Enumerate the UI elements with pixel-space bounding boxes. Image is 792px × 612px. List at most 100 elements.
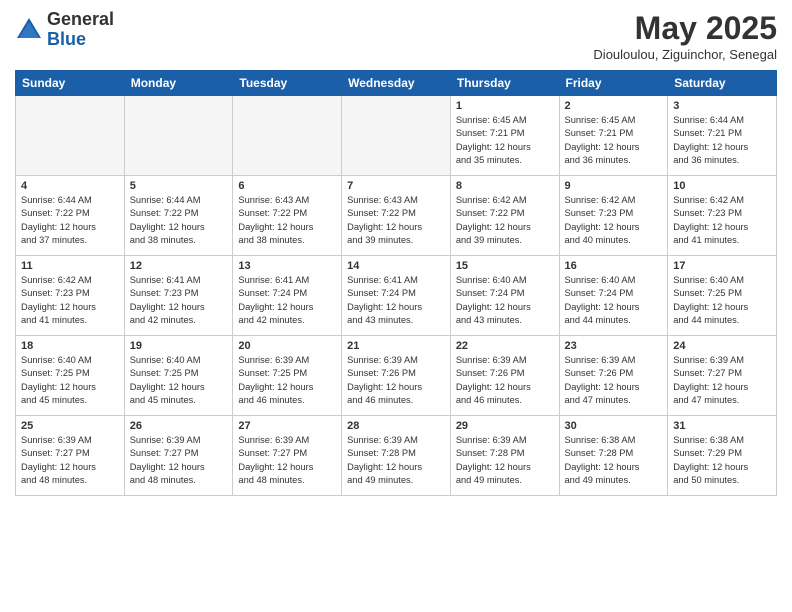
header: General Blue May 2025 Diouloulou, Ziguin… xyxy=(15,10,777,62)
day-cell: 2 Sunrise: 6:45 AM Sunset: 7:21 PM Daylig… xyxy=(559,96,668,176)
day-info: Sunrise: 6:39 AM Sunset: 7:25 PM Dayligh… xyxy=(238,354,336,408)
day-number: 15 xyxy=(456,260,554,272)
header-cell-sunday: Sunday xyxy=(16,71,125,96)
day-cell: 11 Sunrise: 6:42 AM Sunset: 7:23 PM Dayli… xyxy=(16,256,125,336)
day-cell: 14Sunrise: 6:41 AM Sunset: 7:24 PM Dayli… xyxy=(342,256,451,336)
day-cell xyxy=(16,96,125,176)
day-number: 7 xyxy=(347,180,445,192)
header-cell-tuesday: Tuesday xyxy=(233,71,342,96)
day-cell: 18 Sunrise: 6:40 AM Sunset: 7:25 PM Dayli… xyxy=(16,336,125,416)
day-info: Sunrise: 6:45 AM Sunset: 7:21 PM Dayligh… xyxy=(456,114,554,168)
calendar-table: SundayMondayTuesdayWednesdayThursdayFrid… xyxy=(15,70,777,496)
day-info: Sunrise: 6:39 AM Sunset: 7:27 PM Dayligh… xyxy=(673,354,771,408)
day-info: Sunrise: 6:42 AM Sunset: 7:23 PM Dayligh… xyxy=(565,194,663,248)
day-number: 23 xyxy=(565,340,663,352)
title-block: May 2025 Diouloulou, Ziguinchor, Senegal xyxy=(593,10,777,62)
header-cell-saturday: Saturday xyxy=(668,71,777,96)
day-number: 25 xyxy=(21,420,119,432)
day-cell: 16 Sunrise: 6:40 AM Sunset: 7:24 PM Dayli… xyxy=(559,256,668,336)
day-info: Sunrise: 6:38 AM Sunset: 7:29 PM Dayligh… xyxy=(673,434,771,488)
day-number: 27 xyxy=(238,420,336,432)
day-cell: 31 Sunrise: 6:38 AM Sunset: 7:29 PM Dayli… xyxy=(668,416,777,496)
day-info: Sunrise: 6:39 AM Sunset: 7:27 PM Dayligh… xyxy=(130,434,228,488)
day-number: 1 xyxy=(456,100,554,112)
day-cell: 21Sunrise: 6:39 AM Sunset: 7:26 PM Dayli… xyxy=(342,336,451,416)
day-info: Sunrise: 6:42 AM Sunset: 7:23 PM Dayligh… xyxy=(21,274,119,328)
day-info: Sunrise: 6:39 AM Sunset: 7:26 PM Dayligh… xyxy=(565,354,663,408)
day-number: 4 xyxy=(21,180,119,192)
logo-general-text: General xyxy=(47,10,114,30)
day-number: 16 xyxy=(565,260,663,272)
day-number: 18 xyxy=(21,340,119,352)
day-cell xyxy=(124,96,233,176)
day-info: Sunrise: 6:43 AM Sunset: 7:22 PM Dayligh… xyxy=(238,194,336,248)
day-number: 6 xyxy=(238,180,336,192)
day-info: Sunrise: 6:41 AM Sunset: 7:24 PM Dayligh… xyxy=(238,274,336,328)
day-info: Sunrise: 6:39 AM Sunset: 7:27 PM Dayligh… xyxy=(21,434,119,488)
day-info: Sunrise: 6:40 AM Sunset: 7:25 PM Dayligh… xyxy=(130,354,228,408)
logo-icon xyxy=(15,16,43,44)
day-number: 8 xyxy=(456,180,554,192)
day-cell: 4 Sunrise: 6:44 AM Sunset: 7:22 PM Daylig… xyxy=(16,176,125,256)
day-info: Sunrise: 6:44 AM Sunset: 7:21 PM Dayligh… xyxy=(673,114,771,168)
day-cell: 3 Sunrise: 6:44 AM Sunset: 7:21 PM Daylig… xyxy=(668,96,777,176)
day-number: 17 xyxy=(673,260,771,272)
day-info: Sunrise: 6:41 AM Sunset: 7:23 PM Dayligh… xyxy=(130,274,228,328)
day-cell: 9 Sunrise: 6:42 AM Sunset: 7:23 PM Daylig… xyxy=(559,176,668,256)
day-info: Sunrise: 6:40 AM Sunset: 7:25 PM Dayligh… xyxy=(673,274,771,328)
day-cell xyxy=(342,96,451,176)
day-cell: 6 Sunrise: 6:43 AM Sunset: 7:22 PM Daylig… xyxy=(233,176,342,256)
day-info: Sunrise: 6:40 AM Sunset: 7:24 PM Dayligh… xyxy=(456,274,554,328)
day-number: 3 xyxy=(673,100,771,112)
day-number: 9 xyxy=(565,180,663,192)
logo: General Blue xyxy=(15,10,114,50)
day-cell: 28 Sunrise: 6:39 AM Sunset: 7:28 PM Dayli… xyxy=(342,416,451,496)
day-info: Sunrise: 6:39 AM Sunset: 7:28 PM Dayligh… xyxy=(347,434,445,488)
day-cell: 19Sunrise: 6:40 AM Sunset: 7:25 PM Dayli… xyxy=(124,336,233,416)
day-number: 31 xyxy=(673,420,771,432)
day-cell: 24Sunrise: 6:39 AM Sunset: 7:27 PM Dayli… xyxy=(668,336,777,416)
header-cell-monday: Monday xyxy=(124,71,233,96)
day-info: Sunrise: 6:39 AM Sunset: 7:26 PM Dayligh… xyxy=(347,354,445,408)
day-cell: 22Sunrise: 6:39 AM Sunset: 7:26 PM Dayli… xyxy=(450,336,559,416)
day-info: Sunrise: 6:42 AM Sunset: 7:22 PM Dayligh… xyxy=(456,194,554,248)
day-cell: 1 Sunrise: 6:45 AM Sunset: 7:21 PM Daylig… xyxy=(450,96,559,176)
header-cell-wednesday: Wednesday xyxy=(342,71,451,96)
day-info: Sunrise: 6:39 AM Sunset: 7:28 PM Dayligh… xyxy=(456,434,554,488)
day-info: Sunrise: 6:45 AM Sunset: 7:21 PM Dayligh… xyxy=(565,114,663,168)
day-number: 29 xyxy=(456,420,554,432)
day-info: Sunrise: 6:40 AM Sunset: 7:25 PM Dayligh… xyxy=(21,354,119,408)
day-cell: 15 Sunrise: 6:40 AM Sunset: 7:24 PM Dayli… xyxy=(450,256,559,336)
day-info: Sunrise: 6:44 AM Sunset: 7:22 PM Dayligh… xyxy=(130,194,228,248)
day-number: 5 xyxy=(130,180,228,192)
day-number: 11 xyxy=(21,260,119,272)
month-title: May 2025 xyxy=(593,10,777,47)
day-cell: 30 Sunrise: 6:38 AM Sunset: 7:28 PM Dayli… xyxy=(559,416,668,496)
day-number: 12 xyxy=(130,260,228,272)
day-cell: 20Sunrise: 6:39 AM Sunset: 7:25 PM Dayli… xyxy=(233,336,342,416)
day-cell: 13Sunrise: 6:41 AM Sunset: 7:24 PM Dayli… xyxy=(233,256,342,336)
day-info: Sunrise: 6:39 AM Sunset: 7:27 PM Dayligh… xyxy=(238,434,336,488)
day-info: Sunrise: 6:42 AM Sunset: 7:23 PM Dayligh… xyxy=(673,194,771,248)
day-cell: 8 Sunrise: 6:42 AM Sunset: 7:22 PM Daylig… xyxy=(450,176,559,256)
day-info: Sunrise: 6:38 AM Sunset: 7:28 PM Dayligh… xyxy=(565,434,663,488)
week-row-3: 18 Sunrise: 6:40 AM Sunset: 7:25 PM Dayli… xyxy=(16,336,777,416)
day-number: 2 xyxy=(565,100,663,112)
day-number: 22 xyxy=(456,340,554,352)
day-cell: 27 Sunrise: 6:39 AM Sunset: 7:27 PM Dayli… xyxy=(233,416,342,496)
day-info: Sunrise: 6:40 AM Sunset: 7:24 PM Dayligh… xyxy=(565,274,663,328)
day-cell: 5 Sunrise: 6:44 AM Sunset: 7:22 PM Daylig… xyxy=(124,176,233,256)
day-number: 28 xyxy=(347,420,445,432)
week-row-1: 4 Sunrise: 6:44 AM Sunset: 7:22 PM Daylig… xyxy=(16,176,777,256)
day-info: Sunrise: 6:44 AM Sunset: 7:22 PM Dayligh… xyxy=(21,194,119,248)
day-info: Sunrise: 6:43 AM Sunset: 7:22 PM Dayligh… xyxy=(347,194,445,248)
day-cell: 10Sunrise: 6:42 AM Sunset: 7:23 PM Dayli… xyxy=(668,176,777,256)
day-cell: 25 Sunrise: 6:39 AM Sunset: 7:27 PM Dayli… xyxy=(16,416,125,496)
logo-blue-text: Blue xyxy=(47,30,114,50)
day-number: 30 xyxy=(565,420,663,432)
day-cell xyxy=(233,96,342,176)
week-row-2: 11 Sunrise: 6:42 AM Sunset: 7:23 PM Dayli… xyxy=(16,256,777,336)
header-row: SundayMondayTuesdayWednesdayThursdayFrid… xyxy=(16,71,777,96)
week-row-4: 25 Sunrise: 6:39 AM Sunset: 7:27 PM Dayli… xyxy=(16,416,777,496)
header-cell-thursday: Thursday xyxy=(450,71,559,96)
